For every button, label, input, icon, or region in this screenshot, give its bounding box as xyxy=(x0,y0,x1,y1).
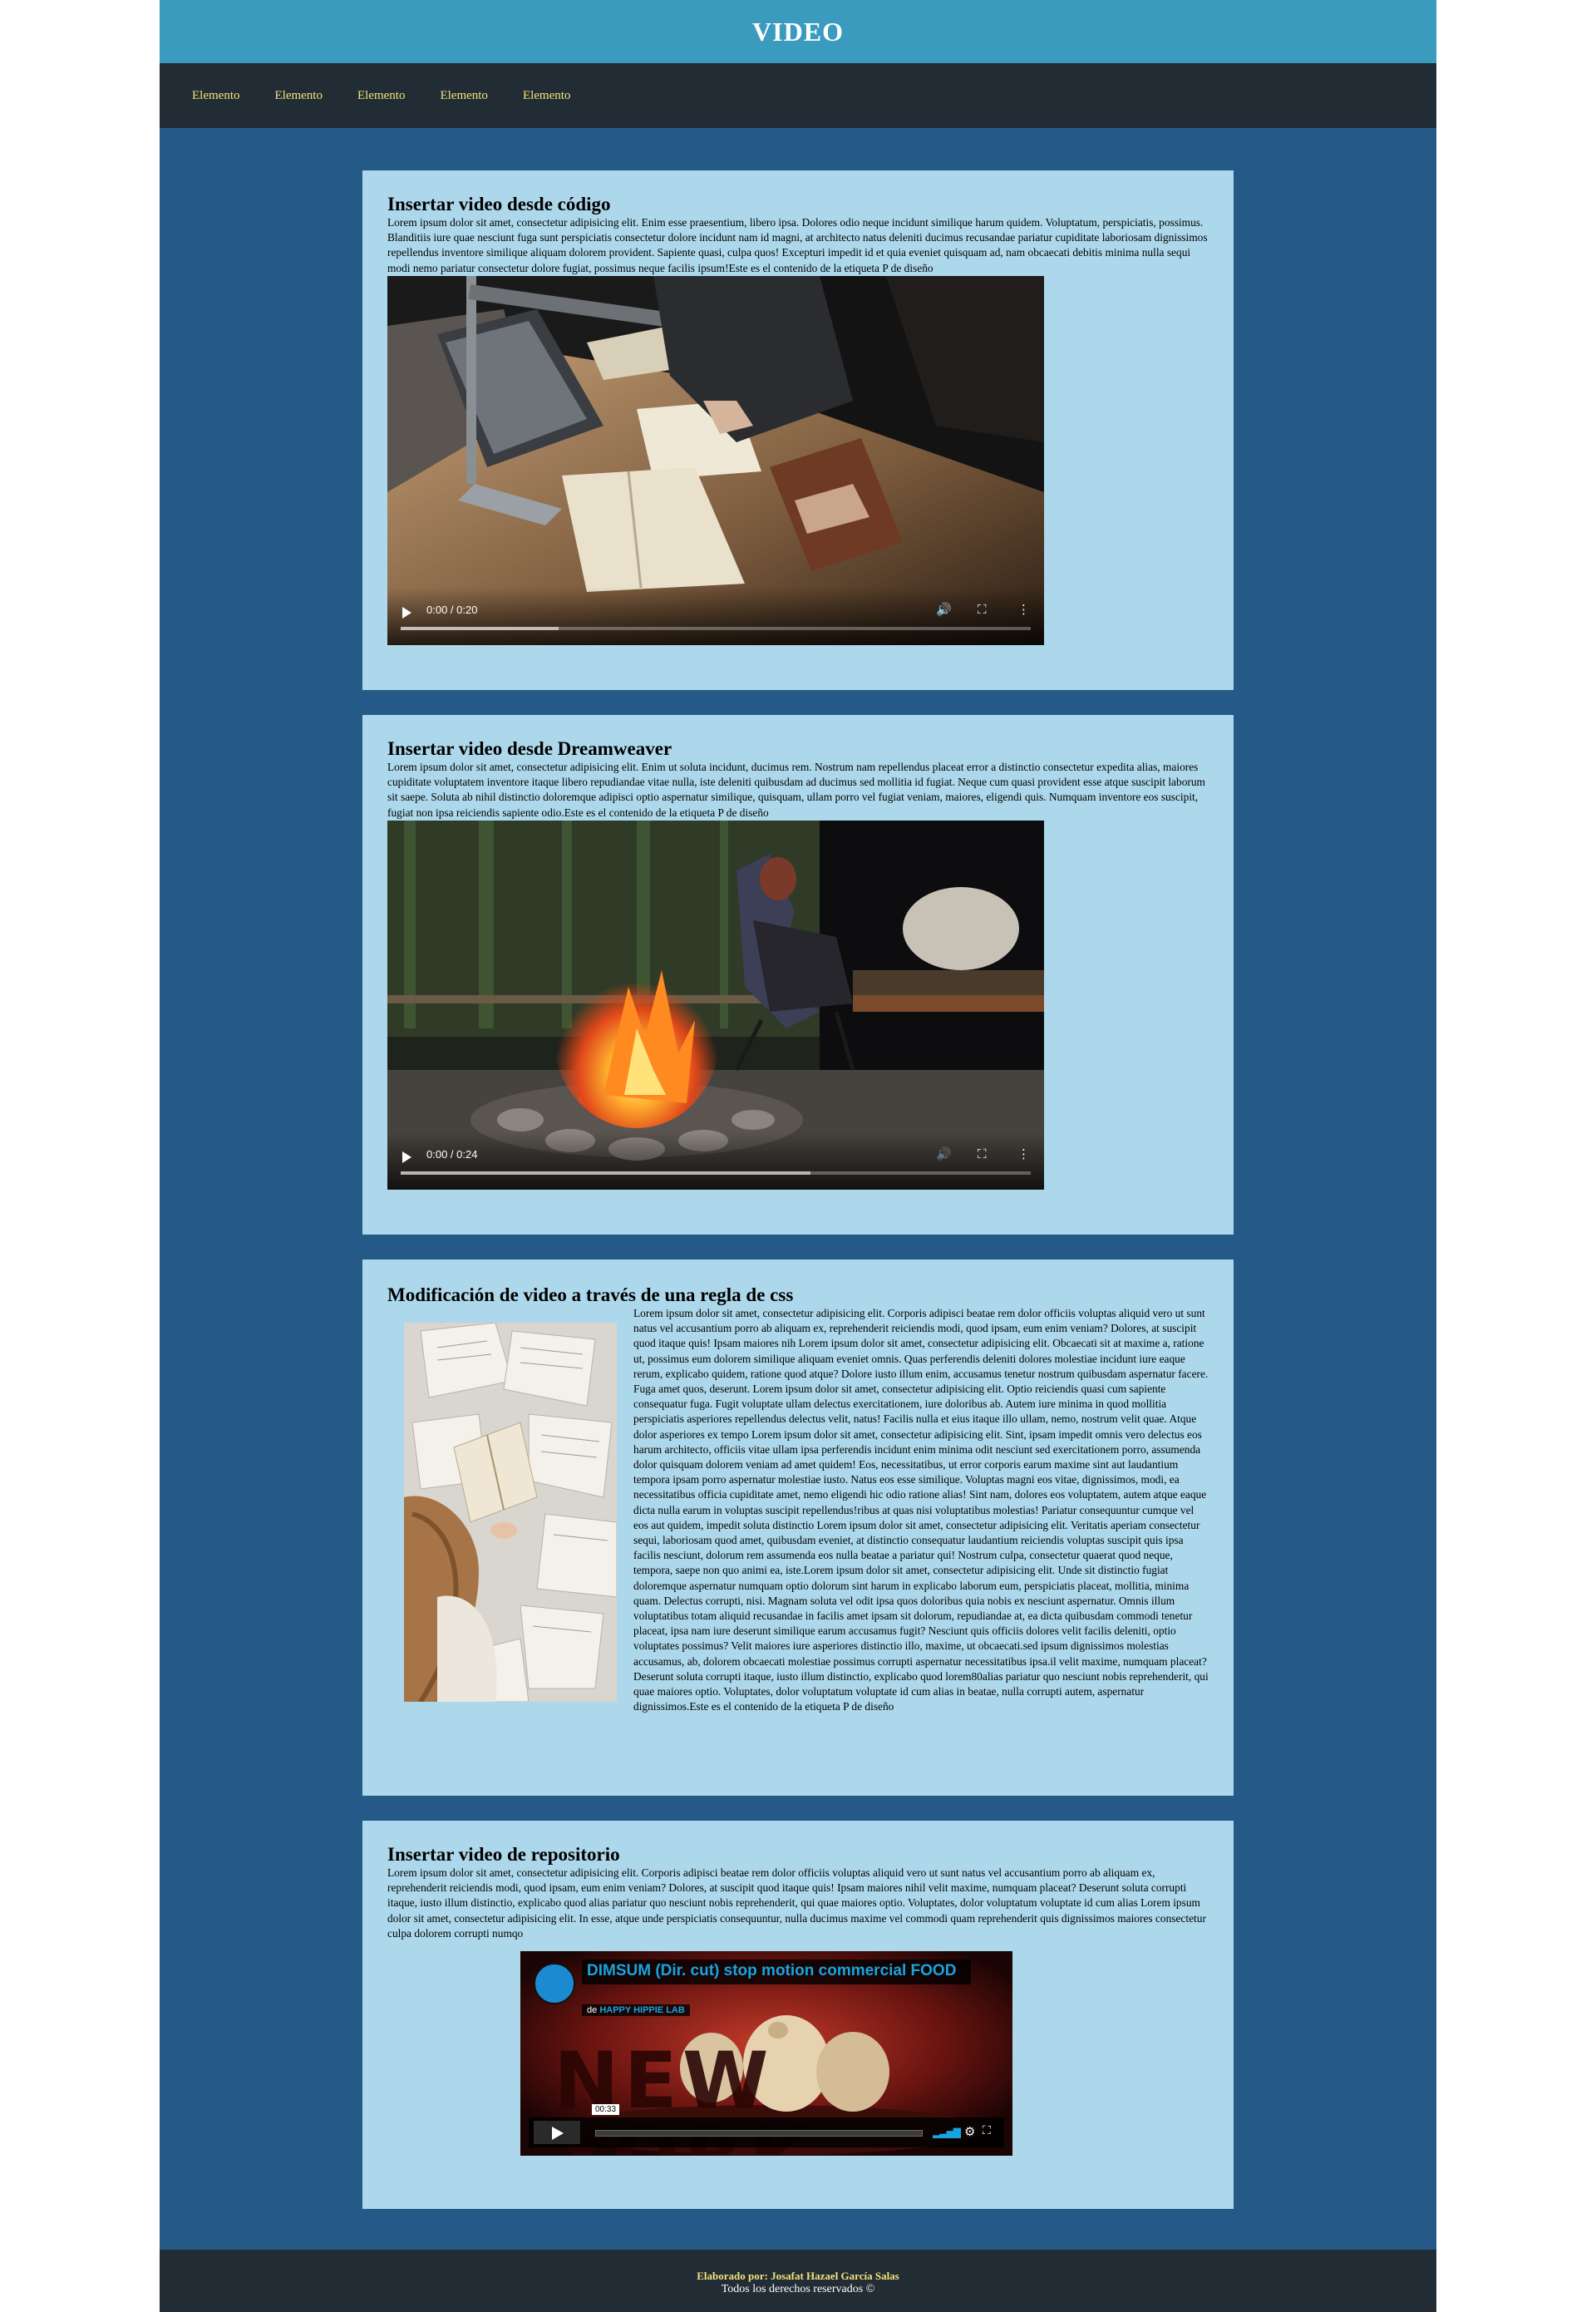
header-bar: VIDEO xyxy=(160,0,1436,63)
footer: Elaborado por: Josafat Hazael García Sal… xyxy=(160,2250,1436,2312)
volume-icon[interactable]: 🔊 xyxy=(936,602,952,617)
video-progress-fill xyxy=(401,1171,810,1175)
footer-rights: Todos los derechos reservados © xyxy=(721,2283,875,2295)
embed-byline: de HAPPY HIPPIE LAB xyxy=(582,2004,690,2017)
fullscreen-icon[interactable]: ⛶ xyxy=(983,2124,991,2137)
fullscreen-icon[interactable]: ⛶ xyxy=(978,1146,987,1161)
section-text: Lorem ipsum dolor sit amet, consectetur … xyxy=(387,761,1205,819)
settings-icon[interactable]: ⚙ xyxy=(964,2124,975,2139)
embedded-video-player[interactable]: NEW YORK DIMSUM (Dir. cut) stop motion c… xyxy=(520,1951,1012,2157)
page: VIDEO Elemento Elemento Elemento Element… xyxy=(160,0,1436,2312)
main-nav: Elemento Elemento Elemento Elemento Elem… xyxy=(160,63,1436,128)
page-title: VIDEO xyxy=(752,16,844,47)
video-progress-fill xyxy=(401,626,559,630)
section-css-rule: Modificación de video a través de una re… xyxy=(362,1260,1234,1796)
reading-girl-image xyxy=(404,1323,617,1702)
nav-link-5[interactable]: Elemento xyxy=(523,89,570,103)
play-icon[interactable] xyxy=(402,1151,411,1163)
section-heading: Insertar video de repositorio xyxy=(387,1844,620,1865)
video-time: 0:00 / 0:20 xyxy=(426,603,478,616)
embed-play-button[interactable] xyxy=(534,2121,580,2145)
volume-icon[interactable]: ▂▃▅▇ xyxy=(933,2127,961,2138)
section-video-code: Insertar video desde código Lorem ipsum … xyxy=(362,170,1234,690)
nav-link-1[interactable]: Elemento xyxy=(192,89,239,103)
video-controls: 0:00 / 0:20 🔊 ⛶ ⋮ xyxy=(387,586,1044,645)
play-icon xyxy=(552,2127,564,2141)
section-text: Lorem ipsum dolor sit amet, consectetur … xyxy=(387,1866,1206,1940)
footer-author: Elaborado por: Josafat Hazael García Sal… xyxy=(697,2270,899,2282)
channel-avatar[interactable] xyxy=(534,1963,575,2005)
byline-prefix: de xyxy=(587,2005,598,2016)
video-player[interactable]: 0:00 / 0:20 🔊 ⛶ ⋮ xyxy=(387,275,1044,645)
nav-link-4[interactable]: Elemento xyxy=(440,89,487,103)
volume-icon[interactable]: 🔊 xyxy=(936,1146,952,1161)
section-repository-video: Insertar video de repositorio Lorem ipsu… xyxy=(362,1821,1234,2209)
video-controls: 0:00 / 0:24 🔊 ⛶ ⋮ xyxy=(387,1131,1044,1190)
reading-girl-illustration xyxy=(404,1323,617,1702)
section-heading: Insertar video desde Dreamweaver xyxy=(387,738,672,759)
embed-controls: 00:33 ▂▃▅▇ ⚙ ⛶ xyxy=(529,2104,1004,2148)
embed-duration: 00:33 xyxy=(592,2104,620,2116)
video-progress-bar[interactable] xyxy=(401,626,1031,630)
embed-progress-bar[interactable] xyxy=(595,2130,923,2137)
byline-author[interactable]: HAPPY HIPPIE LAB xyxy=(599,2005,685,2015)
section-video-dreamweaver: Insertar video desde Dreamweaver Lorem i… xyxy=(362,715,1234,1235)
more-options-icon[interactable]: ⋮ xyxy=(1017,602,1030,617)
fullscreen-icon[interactable]: ⛶ xyxy=(978,602,987,617)
embed-title[interactable]: DIMSUM (Dir. cut) stop motion commercial… xyxy=(582,1960,971,1985)
section-heading: Modificación de video a través de una re… xyxy=(387,1284,794,1305)
nav-link-3[interactable]: Elemento xyxy=(357,89,405,103)
video-player[interactable]: 0:00 / 0:24 🔊 ⛶ ⋮ xyxy=(387,820,1044,1190)
nav-link-2[interactable]: Elemento xyxy=(274,89,322,103)
video-time: 0:00 / 0:24 xyxy=(426,1147,478,1161)
more-options-icon[interactable]: ⋮ xyxy=(1017,1146,1030,1161)
section-text: Lorem ipsum dolor sit amet, consectetur … xyxy=(387,216,1208,274)
play-icon[interactable] xyxy=(402,606,411,619)
section-heading: Insertar video desde código xyxy=(387,194,611,214)
video-progress-bar[interactable] xyxy=(401,1171,1031,1175)
